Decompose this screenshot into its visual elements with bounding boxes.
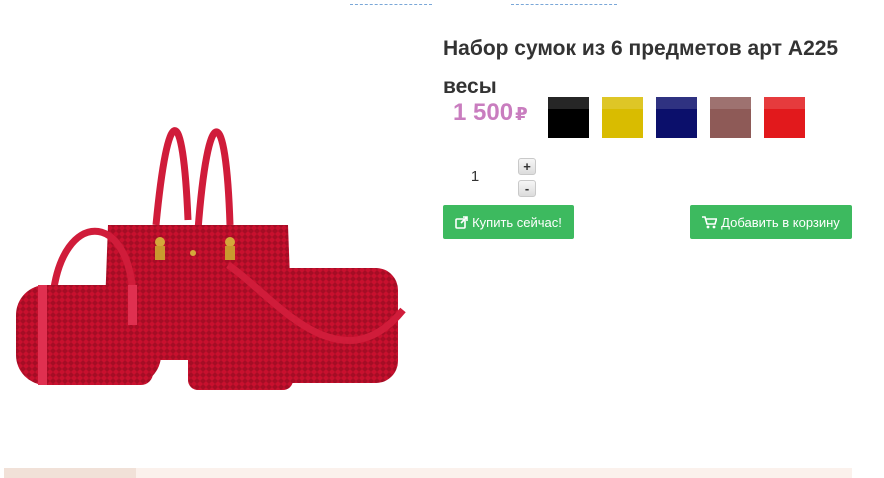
external-link-icon (455, 215, 468, 229)
color-swatch-red[interactable] (764, 97, 805, 138)
color-swatches (548, 97, 805, 138)
top-link-underline (511, 4, 617, 5)
color-swatch-mauve[interactable] (710, 97, 751, 138)
top-link-underline (350, 4, 432, 5)
quantity-value[interactable]: 1 (460, 168, 490, 185)
color-swatch-yellow[interactable] (602, 97, 643, 138)
tab-active[interactable] (4, 468, 136, 478)
product-price: 1 500 ₽ (453, 99, 528, 127)
add-to-cart-label: Добавить в корзину (721, 214, 840, 230)
currency-symbol: ₽ (515, 104, 528, 124)
product-title: Набор сумок из 6 предметов арт A225 весы (443, 30, 863, 106)
shopping-cart-icon (702, 215, 718, 229)
tabs-bar (4, 468, 852, 478)
buy-now-label: Купить сейчас! (472, 214, 562, 230)
product-title-line-1: Набор сумок из 6 предметов арт A225 (443, 37, 839, 60)
product-image (8, 30, 426, 435)
quantity-increase-button[interactable]: + (518, 158, 536, 175)
add-to-cart-button[interactable]: Добавить в корзину (690, 205, 852, 239)
color-swatch-black[interactable] (548, 97, 589, 138)
color-swatch-navy[interactable] (656, 97, 697, 138)
quantity-decrease-button[interactable]: - (518, 180, 536, 197)
price-value: 1 500 (453, 99, 514, 126)
buy-now-button[interactable]: Купить сейчас! (443, 205, 574, 239)
